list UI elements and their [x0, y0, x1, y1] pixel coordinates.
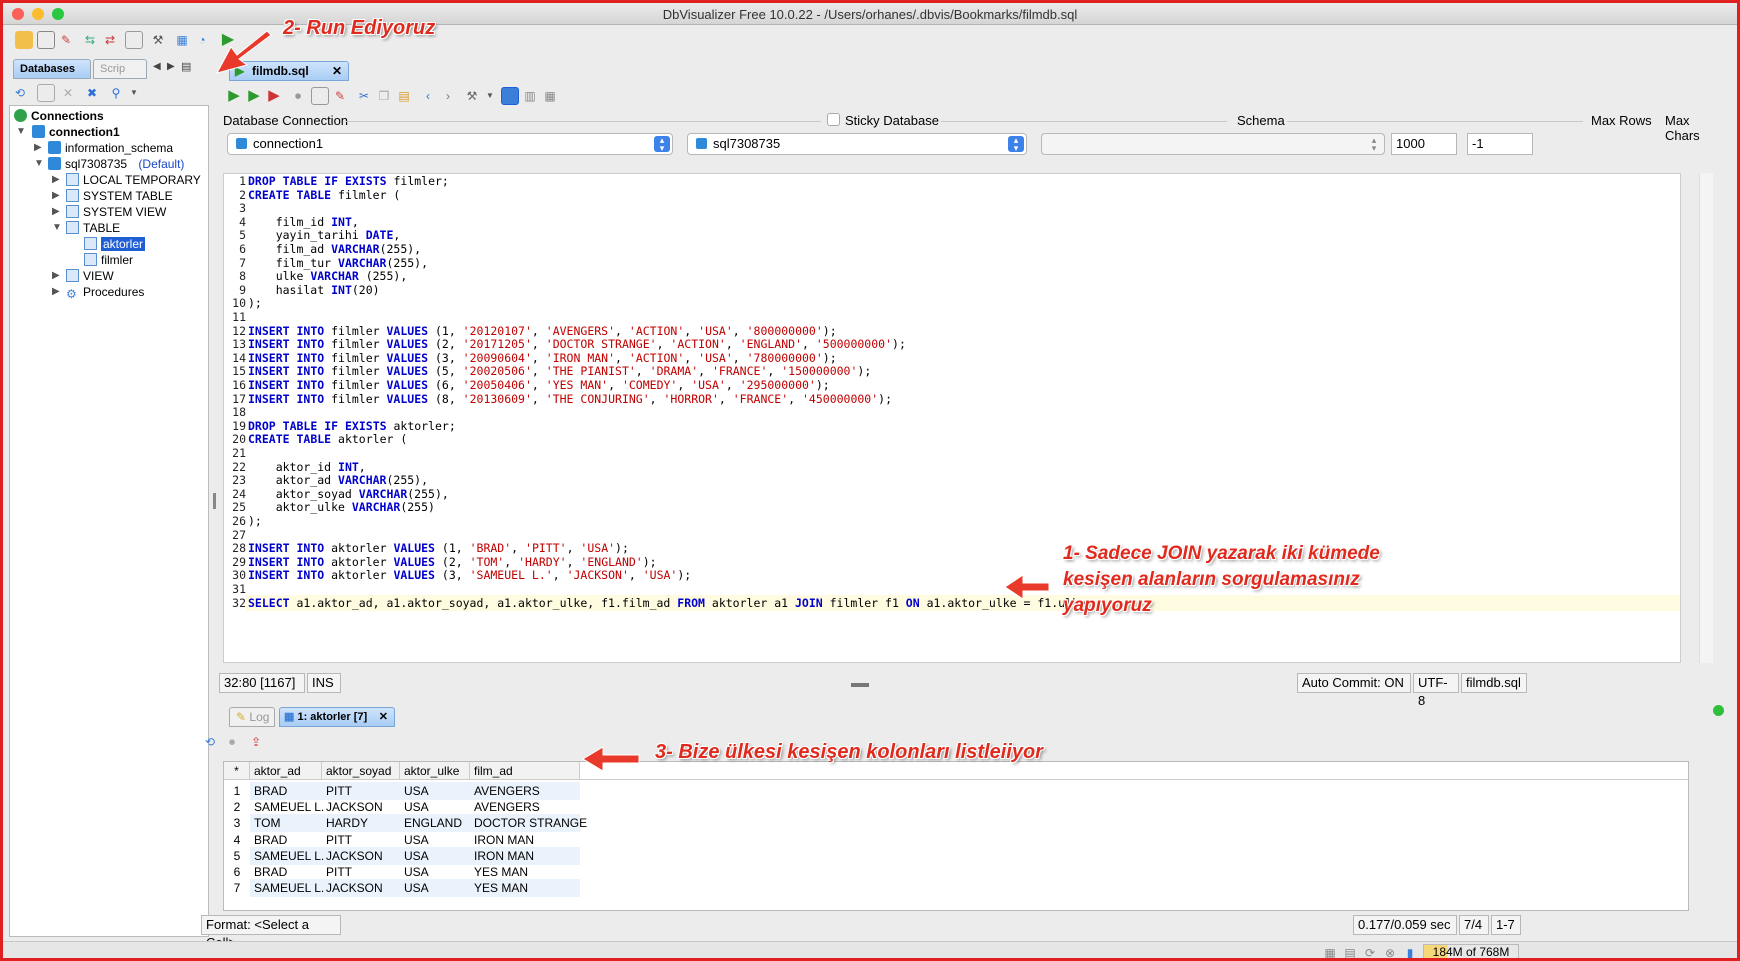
annotation-arrows	[216, 30, 1050, 772]
annotation-arrow-run	[216, 30, 272, 74]
app-window: DbVisualizer Free 10.0.22 - /Users/orhan…	[0, 0, 1740, 961]
annotation-arrow-join	[1004, 574, 1050, 600]
annotation-arrow-result	[582, 746, 640, 772]
